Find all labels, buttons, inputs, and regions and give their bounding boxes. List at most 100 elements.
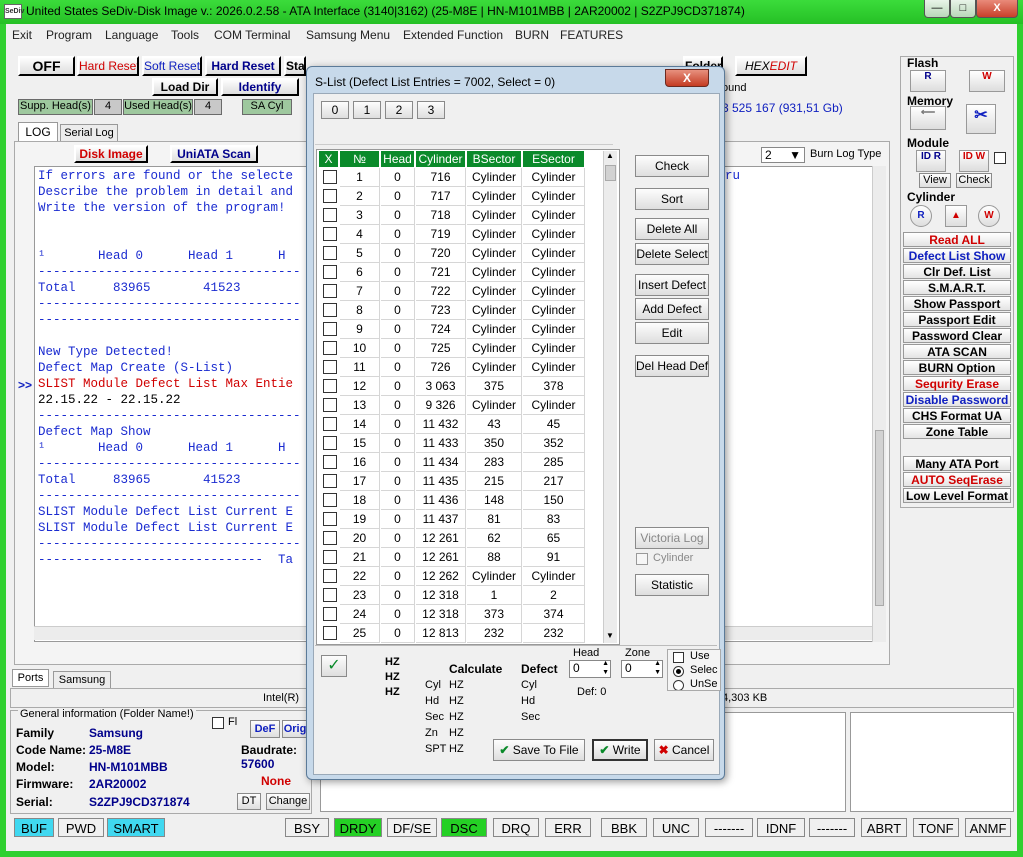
grid-cell[interactable]: 12 261	[416, 529, 466, 548]
grid-cell[interactable]: 12	[340, 377, 380, 396]
grid-cell[interactable]: Cylinder	[523, 320, 585, 339]
grid-cell[interactable]: 83	[523, 510, 585, 529]
zone-spin[interactable]: 0 ▲ ▼	[621, 660, 663, 678]
right-panel-button[interactable]: CHS Format UA	[903, 408, 1011, 423]
row-checkbox[interactable]	[323, 246, 337, 260]
row-checkbox[interactable]	[323, 322, 337, 336]
grid-cell[interactable]: 9	[340, 320, 380, 339]
flash-write-icon[interactable]: W	[969, 70, 1005, 92]
row-checkbox[interactable]	[323, 303, 337, 317]
grid-cell[interactable]: 716	[416, 168, 466, 187]
grid-cell[interactable]: 0	[381, 472, 415, 491]
grid-cell[interactable]: 12 318	[416, 586, 466, 605]
right-panel-button[interactable]: Passport Edit	[903, 312, 1011, 327]
head-tab-1[interactable]: 1	[353, 101, 381, 119]
chevron-down-icon[interactable]: ▼	[606, 631, 614, 640]
row-checkbox[interactable]	[323, 379, 337, 393]
grid-cell[interactable]: 4	[340, 225, 380, 244]
grid-cell[interactable]: 0	[381, 415, 415, 434]
grid-cell[interactable]: 375	[467, 377, 522, 396]
grid-cell[interactable]: 0	[381, 225, 415, 244]
disk-image-button[interactable]: Disk Image	[74, 145, 148, 163]
grid-cell[interactable]: 3 063	[416, 377, 466, 396]
grid-cell[interactable]: 11	[340, 358, 380, 377]
grid-cell[interactable]: Cylinder	[467, 358, 522, 377]
grid-cell[interactable]: 722	[416, 282, 466, 301]
grid-cell[interactable]: 22	[340, 567, 380, 586]
grid-cell[interactable]: 723	[416, 301, 466, 320]
grid-cell[interactable]: Cylinder	[523, 396, 585, 415]
right-panel-button[interactable]: Many ATA Port	[903, 456, 1011, 471]
row-checkbox[interactable]	[323, 284, 337, 298]
grid-column-header[interactable]: №	[340, 151, 380, 167]
row-checkbox[interactable]	[323, 531, 337, 545]
grid-cell[interactable]: 12 261	[416, 548, 466, 567]
head-tab-2[interactable]: 2	[385, 101, 413, 119]
grid-cell[interactable]: 19	[340, 510, 380, 529]
menu-features[interactable]: FEATURES	[560, 28, 623, 42]
right-panel-button[interactable]: Show Passport	[903, 296, 1011, 311]
grid-cell[interactable]: 232	[467, 624, 522, 643]
grid-cell[interactable]: Cylinder	[467, 301, 522, 320]
grid-cell[interactable]: 718	[416, 206, 466, 225]
grid-cell[interactable]: 88	[467, 548, 522, 567]
statistic-button[interactable]: Statistic	[635, 574, 709, 596]
menu-samsung[interactable]: Samsung Menu	[306, 28, 390, 42]
grid-cell[interactable]: Cylinder	[467, 396, 522, 415]
module-checkbox[interactable]	[994, 152, 1006, 164]
grid-cell[interactable]: 7	[340, 282, 380, 301]
grid-cell[interactable]: 0	[381, 168, 415, 187]
grid-cell[interactable]: Cylinder	[523, 358, 585, 377]
grid-cell[interactable]: 285	[523, 453, 585, 472]
grid-cell[interactable]: Cylinder	[467, 339, 522, 358]
right-panel-button[interactable]: BURN Option	[903, 360, 1011, 375]
grid-cell[interactable]: 43	[467, 415, 522, 434]
grid-cell[interactable]: 0	[381, 339, 415, 358]
check-button[interactable]: Check	[635, 155, 709, 177]
grid-cell[interactable]: 14	[340, 415, 380, 434]
grid-column-header[interactable]: Head	[381, 151, 415, 167]
del-head-def-button[interactable]: Del Head Def	[635, 355, 709, 377]
right-panel-button[interactable]: Defect List Show	[903, 248, 1011, 263]
right-panel-button[interactable]: Password Clear	[903, 328, 1011, 343]
grid-cell[interactable]: Cylinder	[523, 206, 585, 225]
check-mark-icon[interactable]: ✓	[321, 655, 347, 677]
row-checkbox[interactable]	[323, 493, 337, 507]
grid-cell[interactable]: 0	[381, 605, 415, 624]
tab-samsung[interactable]: Samsung	[53, 671, 111, 689]
grid-cell[interactable]: Cylinder	[523, 225, 585, 244]
grid-cell[interactable]: 150	[523, 491, 585, 510]
grid-cell[interactable]: Cylinder	[467, 206, 522, 225]
grid-cell[interactable]: 11 437	[416, 510, 466, 529]
grid-cell[interactable]: Cylinder	[523, 567, 585, 586]
grid-cell[interactable]: 1	[467, 586, 522, 605]
row-checkbox[interactable]	[323, 360, 337, 374]
row-checkbox[interactable]	[323, 227, 337, 241]
grid-cell[interactable]: 0	[381, 396, 415, 415]
tab-serial-log[interactable]: Serial Log	[60, 124, 118, 142]
maximize-button[interactable]: □	[950, 0, 976, 18]
grid-cell[interactable]: 12 262	[416, 567, 466, 586]
grid-cell[interactable]: 0	[381, 301, 415, 320]
grid-cell[interactable]: 232	[523, 624, 585, 643]
fl-checkbox[interactable]	[212, 717, 224, 729]
right-panel-button[interactable]: S.M.A.R.T.	[903, 280, 1011, 295]
grid-cell[interactable]: Cylinder	[467, 263, 522, 282]
module-id-write-icon[interactable]: ID W	[959, 150, 989, 172]
cylinder-erase-icon[interactable]: ▲	[945, 205, 967, 227]
grid-cell[interactable]: 0	[381, 548, 415, 567]
grid-cell[interactable]: 0	[381, 510, 415, 529]
uniata-scan-button[interactable]: UniATA Scan	[170, 145, 258, 163]
grid-cell[interactable]: Cylinder	[523, 339, 585, 358]
grid-cell[interactable]: 0	[381, 491, 415, 510]
row-checkbox[interactable]	[323, 208, 337, 222]
grid-cell[interactable]: 720	[416, 244, 466, 263]
select-radio[interactable]	[673, 666, 684, 677]
grid-cell[interactable]: Cylinder	[523, 244, 585, 263]
grid-scrollbar[interactable]: ▲ ▼	[603, 151, 617, 643]
row-checkbox[interactable]	[323, 436, 337, 450]
grid-cell[interactable]: 16	[340, 453, 380, 472]
grid-cell[interactable]: 148	[467, 491, 522, 510]
grid-column-header[interactable]: Cylinder	[416, 151, 466, 167]
grid-cell[interactable]: Cylinder	[467, 320, 522, 339]
